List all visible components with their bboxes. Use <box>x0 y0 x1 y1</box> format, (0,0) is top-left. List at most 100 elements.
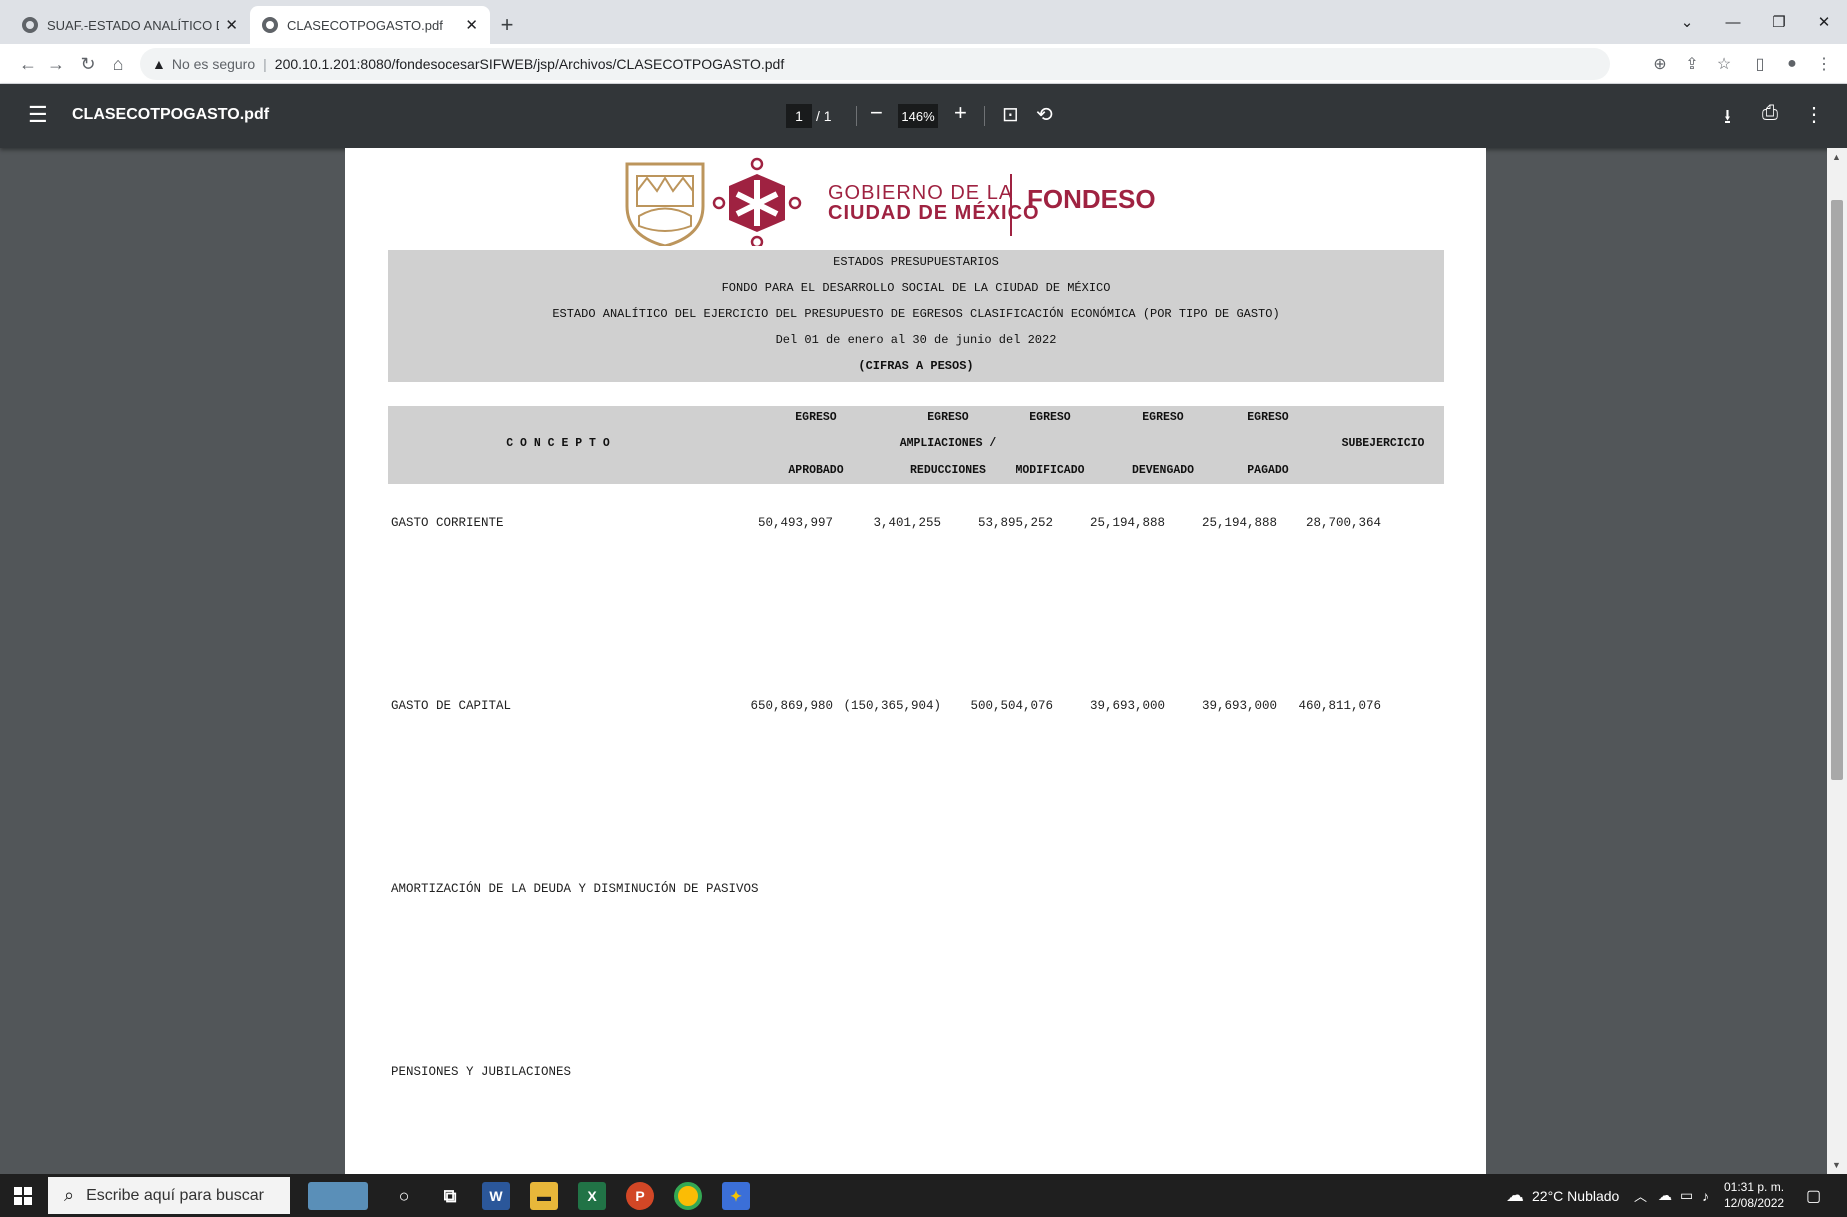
cloud-icon: ☁ <box>1506 1185 1524 1205</box>
table-row: AMORTIZACIÓN DE LA DEUDA Y DISMINUCIÓN D… <box>391 882 1441 900</box>
task-view-icon[interactable]: ⧉ <box>436 1182 464 1210</box>
search-highlight-icon[interactable] <box>308 1182 368 1210</box>
weather-text: 22°C Nublado <box>1532 1187 1620 1204</box>
browser-tab[interactable]: SUAF.-ESTADO ANALÍTICO DEL EJ ✕ <box>10 6 250 44</box>
browser-toolbar: ← → ↻ ⌂ ▲ No es seguro | 200.10.1.201:80… <box>0 44 1847 84</box>
zoom-in-button[interactable]: + <box>954 100 967 126</box>
windows-start-icon[interactable] <box>14 1187 32 1205</box>
org-line2: CIUDAD DE MÉXICO <box>828 202 1040 224</box>
restore-button[interactable]: ❐ <box>1756 0 1802 44</box>
app-icon[interactable]: ✦ <box>722 1182 750 1210</box>
volume-icon[interactable]: ♪ <box>1702 1174 1709 1217</box>
globe-icon <box>22 17 38 33</box>
page-number-input[interactable]: 1 <box>786 104 812 128</box>
col-devengado-bottom: DEVENGADO <box>1131 464 1195 477</box>
cell-devengado: 25,194,888 <box>1089 516 1165 530</box>
cell-aprobado: 650,869,980 <box>750 699 833 713</box>
cortana-icon[interactable]: ○ <box>390 1182 418 1210</box>
zoom-icon[interactable]: ⊕ <box>1646 50 1674 78</box>
table-header: C O N C E P T O EGRESO APROBADO EGRESO A… <box>388 406 1444 484</box>
scrollbar-thumb[interactable] <box>1831 200 1843 780</box>
taskbar-search[interactable]: ⌕ Escribe aquí para buscar <box>48 1177 290 1214</box>
back-icon[interactable]: ← <box>14 50 42 78</box>
divider <box>984 106 985 126</box>
cell-subejercicio: 28,700,364 <box>1305 516 1381 530</box>
excel-icon[interactable]: X <box>578 1182 606 1210</box>
word-icon[interactable]: W <box>482 1182 510 1210</box>
browser-tab-strip: SUAF.-ESTADO ANALÍTICO DEL EJ ✕ CLASECOT… <box>0 0 1847 44</box>
menu-icon[interactable]: ☰ <box>28 104 48 126</box>
col-ampliaciones-bottom: REDUCCIONES <box>910 464 986 477</box>
col-modificado-top: EGRESO <box>1029 411 1071 424</box>
header-line: FONDO PARA EL DESARROLLO SOCIAL DE LA CI… <box>721 281 1111 295</box>
table-row: PENSIONES Y JUBILACIONES <box>391 1065 1441 1083</box>
security-label: No es seguro <box>171 56 256 72</box>
cdmx-knot-icon <box>712 157 802 246</box>
weather-widget[interactable]: ☁ 22°C Nublado <box>1506 1174 1619 1217</box>
profile-icon[interactable]: ● <box>1778 50 1806 78</box>
tab-title: SUAF.-ESTADO ANALÍTICO DEL EJ <box>47 17 219 33</box>
clock-date: 12/08/2022 <box>1724 1196 1785 1210</box>
print-icon[interactable]: ⎙ <box>1762 102 1778 125</box>
browser-tab-active[interactable]: CLASECOTPOGASTO.pdf ✕ <box>250 6 490 44</box>
download-icon[interactable]: ⭳ <box>1724 102 1731 136</box>
file-explorer-icon[interactable]: ▬ <box>530 1182 558 1210</box>
network-icon[interactable]: ▭ <box>1680 1174 1693 1217</box>
separator: | <box>263 56 267 72</box>
cell-pagado: 39,693,000 <box>1201 699 1277 713</box>
reload-icon[interactable]: ↻ <box>74 50 102 78</box>
cell-concepto: GASTO DE CAPITAL <box>391 699 512 713</box>
header-line: ESTADO ANALÍTICO DEL EJERCICIO DEL PRESU… <box>552 307 1280 321</box>
rotate-icon[interactable]: ⟲ <box>1036 102 1053 127</box>
home-icon[interactable]: ⌂ <box>104 50 132 78</box>
logo-divider <box>1010 174 1012 236</box>
windows-taskbar: ⌕ Escribe aquí para buscar ○ ⧉ W ▬ X P ✦… <box>0 1174 1847 1217</box>
side-panel-icon[interactable]: ▯ <box>1746 50 1774 78</box>
bookmark-star-icon[interactable]: ☆ <box>1710 50 1738 78</box>
vertical-scrollbar[interactable]: ▲ ▼ <box>1827 148 1847 1174</box>
address-bar[interactable]: ▲ No es seguro | 200.10.1.201:8080/fonde… <box>140 48 1610 80</box>
tab-title: CLASECOTPOGASTO.pdf <box>287 17 443 33</box>
header-line: ESTADOS PRESUPUESTARIOS <box>833 255 999 269</box>
col-aprobado-top: EGRESO <box>795 411 837 424</box>
scroll-up-icon[interactable]: ▲ <box>1832 152 1841 162</box>
fit-page-icon[interactable]: ⊡ <box>1002 102 1019 127</box>
tray-chevron-icon[interactable]: ︿ <box>1634 1174 1647 1217</box>
table-row: GASTO DE CAPITAL 650,869,980 (150,365,90… <box>391 699 1441 717</box>
url-text: 200.10.1.201:8080/fondesocesarSIFWEB/jsp… <box>274 56 785 72</box>
minimize-button[interactable]: — <box>1710 0 1756 44</box>
brand-name: FONDESO <box>1027 184 1156 214</box>
col-concepto: C O N C E P T O <box>506 437 610 450</box>
close-icon[interactable]: ✕ <box>225 16 238 34</box>
tab-search-icon[interactable]: ⌄ <box>1664 0 1710 44</box>
search-placeholder: Escribe aquí para buscar <box>86 1186 264 1204</box>
clock[interactable]: 01:31 p. m. 12/08/2022 <box>1724 1179 1784 1211</box>
close-icon[interactable]: ✕ <box>465 16 478 34</box>
scroll-down-icon[interactable]: ▼ <box>1832 1160 1841 1170</box>
col-devengado-top: EGRESO <box>1142 411 1184 424</box>
zoom-input[interactable]: 146% <box>898 104 938 128</box>
powerpoint-icon[interactable]: P <box>626 1182 654 1210</box>
col-pagado-top: EGRESO <box>1247 411 1289 424</box>
window-close-button[interactable]: ✕ <box>1801 0 1847 44</box>
pdf-page: GOBIERNO DE LA CIUDAD DE MÉXICO FONDESO … <box>345 148 1486 1174</box>
cell-concepto: PENSIONES Y JUBILACIONES <box>391 1065 572 1079</box>
cell-modificado: 53,895,252 <box>977 516 1053 530</box>
chrome-icon[interactable] <box>674 1182 702 1210</box>
share-icon[interactable]: ⇪ <box>1678 50 1706 78</box>
cell-ampliaciones: (150,365,904) <box>843 699 941 713</box>
forward-icon[interactable]: → <box>42 50 70 78</box>
new-tab-button[interactable]: + <box>490 8 524 42</box>
onedrive-icon[interactable]: ☁ <box>1658 1174 1672 1217</box>
zoom-out-button[interactable]: − <box>870 100 883 126</box>
notifications-icon[interactable]: ▢ <box>1806 1174 1821 1217</box>
globe-icon <box>262 17 278 33</box>
col-ampliaciones-top: EGRESO <box>927 411 969 424</box>
more-menu-icon[interactable]: ⋮ <box>1810 50 1838 78</box>
pdf-toolbar: ☰ CLASECOTPOGASTO.pdf 1 / 1 − 146% + ⊡ ⟲… <box>0 84 1847 148</box>
header-line: (CIFRAS A PESOS) <box>858 359 974 373</box>
page-total: / 1 <box>816 108 832 124</box>
more-actions-icon[interactable]: ⋮ <box>1804 102 1824 127</box>
cell-concepto: AMORTIZACIÓN DE LA DEUDA Y DISMINUCIÓN D… <box>391 882 759 896</box>
cell-modificado: 500,504,076 <box>970 699 1053 713</box>
